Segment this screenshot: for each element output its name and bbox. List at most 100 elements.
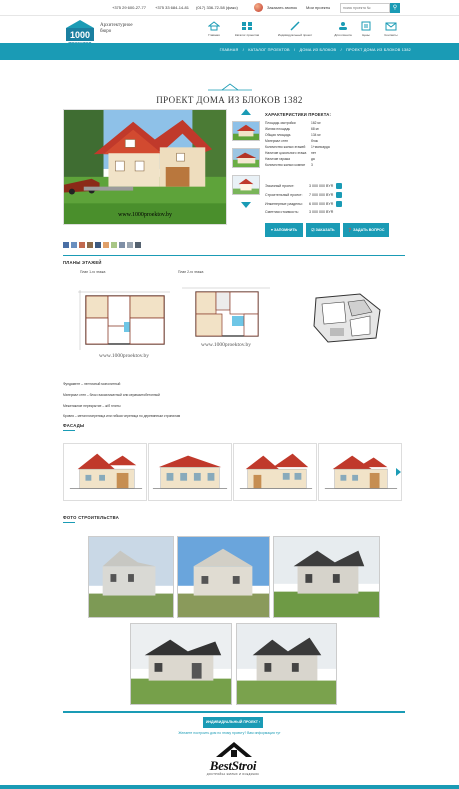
- feature-item: Межэтажное перекрытие – ж/б плиты: [63, 404, 121, 408]
- my-projects-link[interactable]: Мои проекты: [306, 5, 330, 10]
- nav-home[interactable]: Главная: [203, 20, 225, 38]
- plan-watermark: www.1000proektov.by: [201, 342, 251, 348]
- feature-item: Кровля – металлочерепица или гибкая чере…: [63, 414, 181, 418]
- spec-row: Количество жилых комнат 3: [265, 163, 313, 167]
- facade-2[interactable]: [148, 443, 232, 501]
- floorplan-3d[interactable]: [308, 288, 388, 348]
- crumb-block-houses[interactable]: ДОМА ИЗ БЛОКОВ: [300, 48, 337, 52]
- construction-photo-5[interactable]: [236, 623, 337, 705]
- user-icon: [339, 22, 347, 30]
- color-swatch[interactable]: [63, 242, 69, 248]
- cart-icon[interactable]: [336, 201, 343, 207]
- thumb-2[interactable]: [232, 148, 260, 168]
- thumb-1[interactable]: [232, 121, 260, 141]
- facade-next-arrow-icon[interactable]: [396, 468, 401, 476]
- home-icon: [208, 21, 220, 31]
- color-swatch[interactable]: [127, 242, 133, 248]
- ball-icon: [254, 3, 263, 12]
- spec-row: Количество жилых этажей 1+мансарда: [265, 145, 330, 149]
- heading-underline: [63, 522, 75, 523]
- floorplans-heading: ПЛАНЫ ЭТАЖЕЙ: [63, 260, 102, 265]
- divider: [63, 711, 405, 713]
- color-swatch[interactable]: [87, 242, 93, 248]
- feature-item: Фундамент – ленточный монолитный: [63, 382, 121, 386]
- cart-icon[interactable]: [336, 192, 343, 198]
- crumb-sep: /: [340, 48, 342, 52]
- construction-photo-2[interactable]: [177, 536, 270, 618]
- construction-photo-4[interactable]: [130, 623, 232, 705]
- color-swatch[interactable]: [103, 242, 109, 248]
- price-row: Строительный проект: 7 000 000 BYR: [265, 192, 343, 198]
- remember-button[interactable]: ♥ ЗАПОМНИТЬ: [265, 223, 303, 237]
- breadcrumb: ГЛАВНАЯ / КАТАЛОГ ПРОЕКТОВ / ДОМА ИЗ БЛО…: [217, 48, 411, 52]
- crumb-sep: /: [294, 48, 296, 52]
- search-button[interactable]: ⚲: [390, 3, 400, 13]
- thumb-up-arrow-icon[interactable]: [241, 109, 251, 115]
- color-swatch[interactable]: [71, 242, 77, 248]
- facade-3[interactable]: [233, 443, 317, 501]
- spec-row: Материал стен блок: [265, 139, 318, 143]
- nav-contacts[interactable]: Контакты: [378, 20, 404, 38]
- spec-row: Площадь застройки 162 м²: [265, 121, 321, 125]
- crumb-catalog[interactable]: КАТАЛОГ ПРОЕКТОВ: [248, 48, 290, 52]
- color-swatch[interactable]: [135, 242, 141, 248]
- spec-row: Общая площадь 134 м²: [265, 133, 321, 137]
- color-swatch[interactable]: [119, 242, 125, 248]
- color-swatch[interactable]: [111, 242, 117, 248]
- color-swatch[interactable]: [95, 242, 101, 248]
- facade-4[interactable]: [318, 443, 402, 501]
- nav-prices[interactable]: Цены: [357, 20, 375, 38]
- color-swatch[interactable]: [79, 242, 85, 248]
- cta-note[interactable]: Желаете построить дом по этому проекту? …: [0, 731, 459, 735]
- construction-photo-1[interactable]: [88, 536, 174, 618]
- spec-row: Наличие гаража да: [265, 157, 315, 161]
- feature-item: Материал стен – блок газосиликатный или …: [63, 393, 160, 397]
- ask-question-button[interactable]: ❓ ЗАДАТЬ ВОПРОС: [343, 223, 389, 237]
- nav-client[interactable]: Для клиента: [330, 20, 356, 38]
- divider: [63, 255, 405, 256]
- partner-logo-text[interactable]: BestStroi: [198, 758, 268, 774]
- phone-2[interactable]: +375 33 684-14-81: [155, 5, 189, 10]
- pencil-icon: [290, 21, 300, 31]
- envelope-icon: [385, 22, 397, 31]
- spec-row: Жилая площадь 68 м²: [265, 127, 319, 131]
- heading-underline: [63, 430, 75, 431]
- floorplan-2[interactable]: www.1000proektov.by: [180, 282, 272, 352]
- photo-watermark: www.1000proektov.by: [118, 212, 172, 218]
- construction-heading: ФОТО СТРОИТЕЛЬСТВА: [63, 515, 120, 520]
- floorplan-1[interactable]: www.1000proektov.by: [74, 282, 174, 362]
- phone-3[interactable]: (017) 336-72-58 (факс): [196, 5, 238, 10]
- price-row: Сметная стоимость: 3 000 000 BYR: [265, 210, 334, 214]
- specs-title: ХАРАКТЕРИСТИКИ ПРОЕКТА:: [265, 112, 332, 117]
- crumb-sep: /: [242, 48, 244, 52]
- plan-watermark: www.1000proektov.by: [99, 353, 149, 359]
- spec-row: Наличие цокольного этажа нет: [265, 151, 317, 155]
- main-house-photo[interactable]: www.1000proektov.by: [63, 109, 227, 225]
- logo-caption: Архитектурное бюро: [100, 23, 133, 35]
- thumb-3[interactable]: [232, 175, 260, 195]
- callback-link[interactable]: Заказать звонок: [267, 5, 297, 10]
- nav-individual[interactable]: Индивидуальный проект: [275, 20, 315, 38]
- individual-project-button[interactable]: ИНДИВИДУАЛЬНЫЙ ПРОЕКТ ›: [203, 717, 263, 728]
- company-logo[interactable]: 1000 ПРОЕКТОВ: [63, 18, 97, 46]
- construction-photo-3[interactable]: [273, 536, 380, 618]
- price-row: Эскизный проект: 3 000 000 BYR: [265, 183, 343, 189]
- plan2-caption: План 2-го этажа: [178, 270, 204, 274]
- cart-icon[interactable]: [336, 183, 343, 189]
- logo-caption-line2: бюро: [100, 29, 112, 34]
- crumb-home[interactable]: ГЛАВНАЯ: [220, 48, 239, 52]
- facades-heading: ФАСАДЫ: [63, 423, 85, 428]
- facade-1[interactable]: [63, 443, 147, 501]
- phone-1[interactable]: +375 29 600-27-77: [112, 5, 146, 10]
- order-button[interactable]: ☑ ЗАКАЗАТЬ: [306, 223, 340, 237]
- crumb-current: ПРОЕКТ ДОМА ИЗ БЛОКОВ 1382: [346, 48, 411, 52]
- thumb-down-arrow-icon[interactable]: [241, 202, 251, 208]
- footer-bar: [0, 785, 459, 789]
- catalog-icon: [242, 22, 252, 30]
- search-input[interactable]: [340, 3, 390, 13]
- price-icon: [361, 21, 371, 31]
- logo-number: 1000: [70, 30, 90, 40]
- search-icon: ⚲: [392, 5, 398, 11]
- nav-catalog[interactable]: Каталог проектов: [232, 20, 262, 38]
- page-title: ПРОЕКТ ДОМА ИЗ БЛОКОВ 1382: [156, 95, 303, 105]
